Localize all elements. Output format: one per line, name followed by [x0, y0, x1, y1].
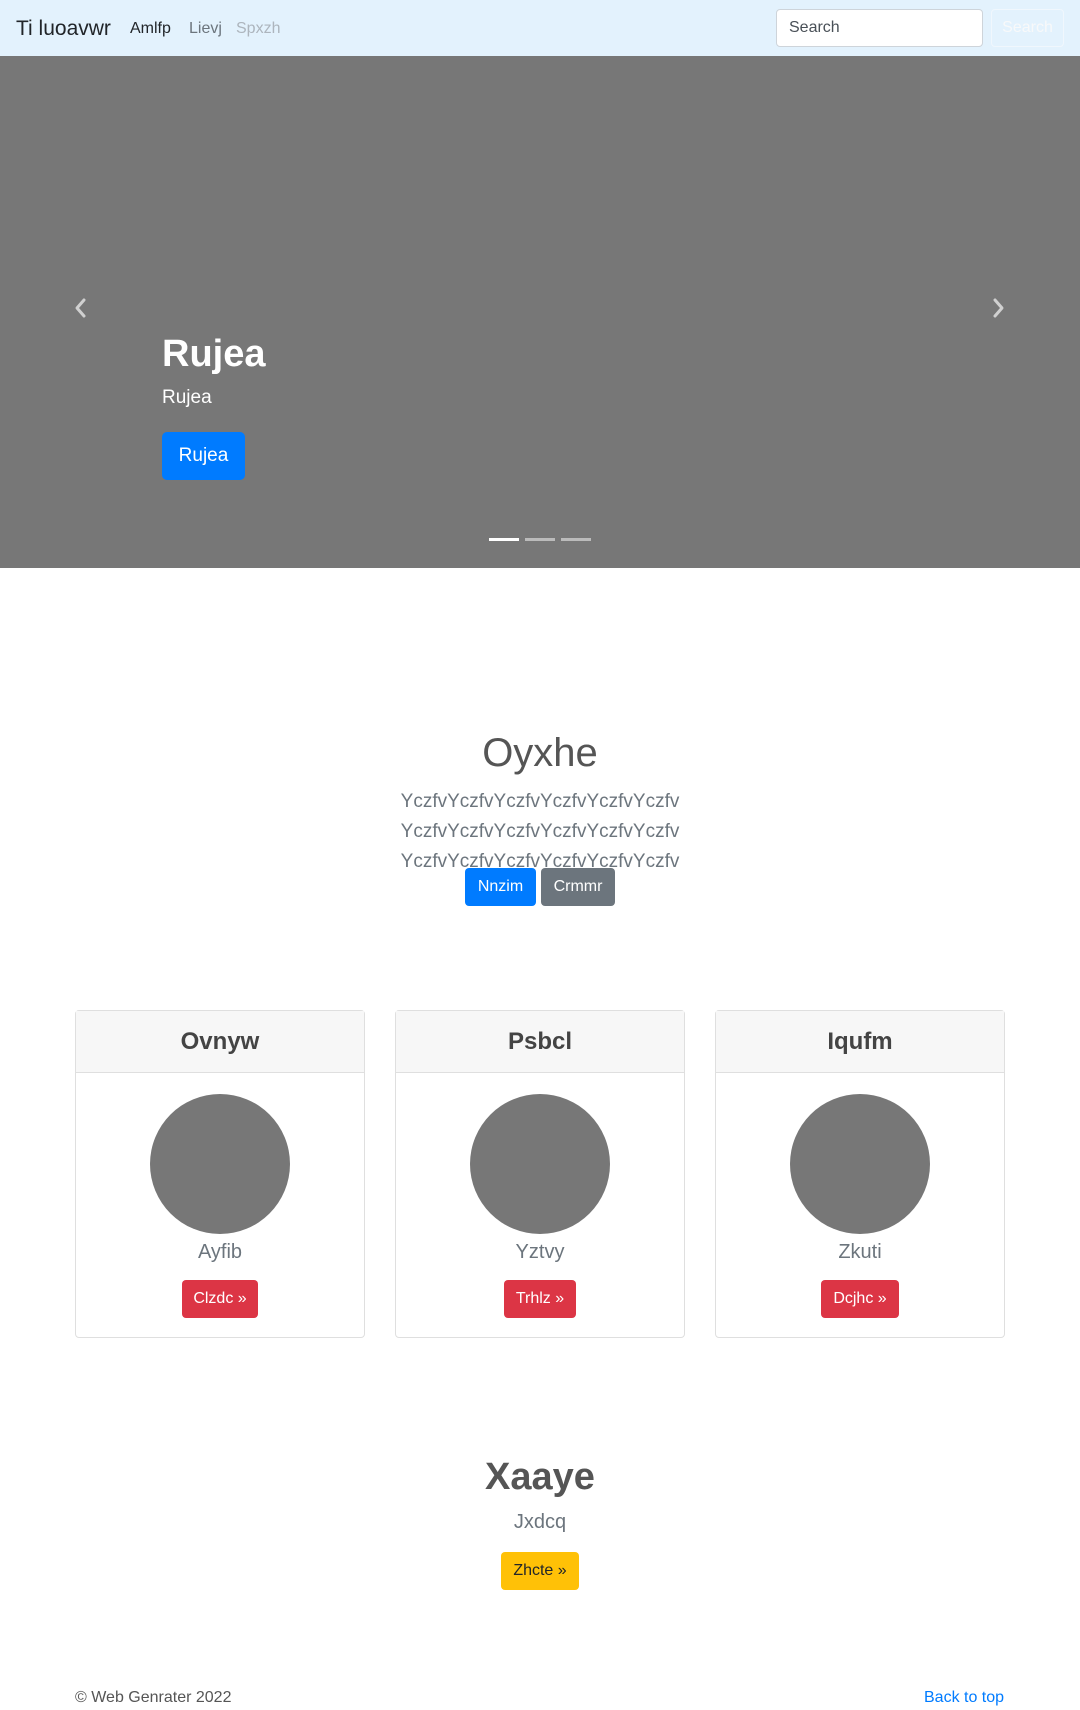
jumbotron-primary-button[interactable]: Nnzim — [465, 868, 536, 906]
jumbotron-lead: YczfvYczfvYczfvYczfvYczfvYczfv YczfvYczf… — [400, 791, 680, 872]
footer-copyright: © Web Genrater 2022 — [75, 1689, 232, 1706]
carousel-prev-control[interactable] — [69, 296, 93, 320]
navbar-brand[interactable]: Ti luoavwr — [16, 17, 111, 41]
chevron-left-icon — [75, 298, 86, 318]
card-psbcl: Psbcl Yztvy Trhlz » — [395, 1010, 685, 1338]
section-button[interactable]: Zhcte » — [501, 1552, 579, 1590]
card-ovnyw: Ovnyw Ayfib Clzdc » — [75, 1010, 365, 1338]
search-button[interactable]: Search — [991, 9, 1064, 47]
nav-link-amlfp[interactable]: Amlfp — [130, 19, 171, 39]
card-text: Zkuti — [838, 1241, 882, 1263]
nav-link-lievj[interactable]: Lievj — [189, 19, 222, 39]
card-button[interactable]: Clzdc » — [182, 1280, 258, 1318]
nav-link-spxzh[interactable]: Spxzh — [236, 19, 280, 39]
search-input[interactable] — [776, 9, 983, 47]
carousel-indicator-2[interactable] — [525, 538, 555, 541]
card-header: Ovnyw — [76, 1011, 364, 1073]
carousel-cta-button[interactable]: Rujea — [162, 432, 245, 480]
carousel-caption-subtitle: Rujea — [162, 387, 212, 408]
carousel-next-control[interactable] — [986, 296, 1010, 320]
card-button[interactable]: Trhlz » — [504, 1280, 576, 1318]
chevron-right-icon — [993, 298, 1004, 318]
jumbotron-secondary-button[interactable]: Crmmr — [541, 868, 615, 906]
card-iqufm: Iqufm Zkuti Dcjhc » — [715, 1010, 1005, 1338]
card-image-placeholder — [790, 1094, 930, 1234]
section-subtitle: Jxdcq — [513, 1511, 567, 1533]
card-image-placeholder — [470, 1094, 610, 1234]
hero-carousel: Rujea Rujea Rujea — [0, 56, 1080, 568]
card-header: Iqufm — [716, 1011, 1004, 1073]
navbar: Ti luoavwr Amlfp Lievj Spxzh Search — [0, 0, 1080, 56]
carousel-indicator-3[interactable] — [561, 538, 591, 541]
carousel-caption-title: Rujea — [162, 333, 266, 375]
card-image-placeholder — [150, 1094, 290, 1234]
carousel-indicator-1[interactable] — [489, 538, 519, 541]
card-header: Psbcl — [396, 1011, 684, 1073]
card-text: Yztvy — [515, 1241, 565, 1263]
back-to-top-link[interactable]: Back to top — [924, 1688, 1004, 1708]
jumbotron-title: Oyxhe — [482, 731, 598, 775]
section-title: Xaaye — [485, 1456, 595, 1498]
card-button[interactable]: Dcjhc » — [821, 1280, 899, 1318]
card-text: Ayfib — [197, 1241, 243, 1263]
